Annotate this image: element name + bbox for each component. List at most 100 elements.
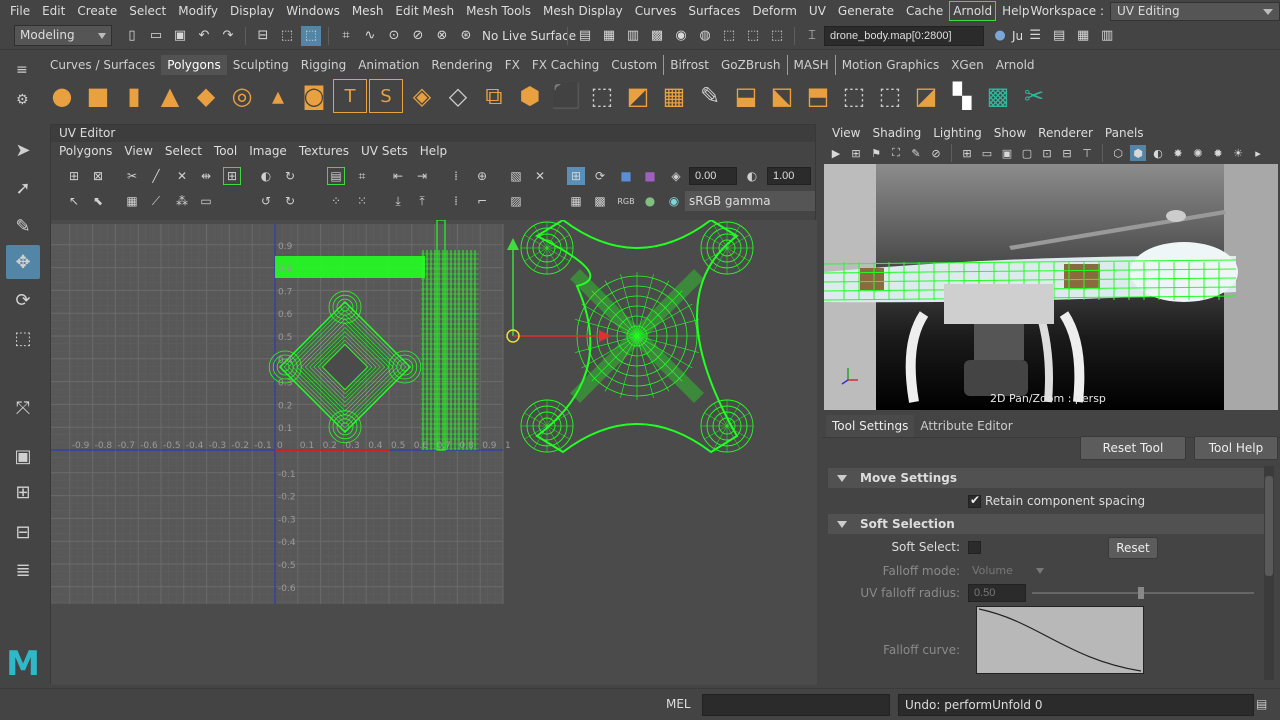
select-tool-icon[interactable]: ➤: [6, 133, 40, 167]
rotate-tool-icon[interactable]: ⟳: [6, 283, 40, 317]
smooth-shade-icon[interactable]: ⬢: [1130, 145, 1146, 161]
image-plane-icon[interactable]: ⛶: [888, 145, 904, 161]
menu-cache[interactable]: Cache: [900, 1, 949, 21]
multicut-icon[interactable]: ✎: [693, 79, 727, 113]
dim-image-icon[interactable]: ▦: [567, 192, 585, 210]
bridge-icon[interactable]: ⬚: [585, 79, 619, 113]
uv-lattice-icon[interactable]: ⬉: [89, 192, 107, 210]
wireframe-on-shaded-icon[interactable]: ◐: [1150, 145, 1166, 161]
last-tool-icon[interactable]: ⤧: [6, 391, 40, 425]
checker-icon[interactable]: ▩: [591, 192, 609, 210]
spherical-uv-icon[interactable]: ⬚: [873, 79, 907, 113]
snap-grid-icon[interactable]: ⌗: [336, 26, 356, 46]
uv-cut-tool-icon[interactable]: ╱: [147, 167, 165, 185]
single-perspective-layout-icon[interactable]: ▣: [6, 439, 40, 473]
character-controls-icon[interactable]: ⬚: [743, 26, 763, 46]
make-live-icon[interactable]: ⊛: [456, 26, 476, 46]
layout-uv-icon[interactable]: ▤: [327, 167, 345, 185]
sew-uv-icon[interactable]: ⇹: [197, 167, 215, 185]
camera-attributes-icon[interactable]: ⊞: [848, 145, 864, 161]
menu-curves[interactable]: Curves: [629, 1, 683, 21]
move-tool-icon[interactable]: ✥: [6, 245, 40, 279]
hypershade-icon[interactable]: ◉: [671, 26, 691, 46]
align-top-icon[interactable]: ⤒: [413, 192, 431, 210]
safe-title-icon[interactable]: ⊤: [1079, 145, 1095, 161]
prism-icon[interactable]: ▴: [261, 79, 295, 113]
gamma-field[interactable]: [767, 167, 811, 185]
soft-select-checkbox[interactable]: [968, 541, 981, 554]
shelf-tab-gozbrush[interactable]: GoZBrush: [715, 55, 787, 75]
shelf-tab-fx-caching[interactable]: FX Caching: [526, 55, 605, 75]
uv-texture-view[interactable]: -0.9 -0.8 -0.7 -0.6 -0.5 -0.4 -0.3 -0.2 -0.1 0 0.1…: [51, 220, 817, 685]
mirror-icon[interactable]: ⧉: [477, 79, 511, 113]
cut-uv-edges-icon[interactable]: ✂: [123, 167, 141, 185]
paint-select-tool-icon[interactable]: ✎: [6, 209, 40, 243]
cone-icon[interactable]: ▲: [153, 79, 187, 113]
shelf-tab-mash[interactable]: MASH: [786, 55, 835, 75]
rotate-ccw-icon[interactable]: ↺: [257, 192, 275, 210]
snap-icon[interactable]: ⟳: [591, 167, 609, 185]
torus-icon[interactable]: ◎: [225, 79, 259, 113]
grid-icon[interactable]: ⊞: [959, 145, 975, 161]
menu-edit[interactable]: Edit: [36, 1, 71, 21]
sphere-icon[interactable]: ●: [45, 79, 79, 113]
viewport-more-icon[interactable]: ▸: [1250, 145, 1266, 161]
shelf-menu-icon[interactable]: ≡: [16, 62, 28, 78]
uv-tweak-icon[interactable]: ↖: [65, 192, 83, 210]
unitize-icon[interactable]: ⌐: [473, 192, 491, 210]
layout-icon[interactable]: ▩: [981, 79, 1015, 113]
move-settings-section[interactable]: Move Settings: [828, 468, 1264, 488]
menu-mesh-display[interactable]: Mesh Display: [537, 1, 629, 21]
tool-help-button[interactable]: Tool Help: [1194, 436, 1278, 460]
automatic-uv-icon[interactable]: ◪: [909, 79, 943, 113]
shelf-tab-polygons[interactable]: Polygons: [161, 55, 227, 75]
toggle-modeling-toolkit-icon[interactable]: ▤: [1049, 26, 1069, 46]
merge-icon[interactable]: ⬕: [765, 79, 799, 113]
slider-handle[interactable]: [1138, 587, 1144, 599]
unfold-uv-icon[interactable]: ⊞: [223, 167, 241, 185]
scale-tool-icon[interactable]: ⬚: [6, 321, 40, 355]
cut-uv-icon[interactable]: ✂: [1017, 79, 1051, 113]
menu-arnold[interactable]: Arnold: [949, 1, 997, 21]
select-object-icon[interactable]: ⬚: [277, 26, 297, 46]
text-icon[interactable]: T: [333, 79, 367, 113]
menu-display[interactable]: Display: [224, 1, 280, 21]
uv-falloff-radius-field[interactable]: [968, 584, 1026, 602]
render-view-icon[interactable]: ▩: [647, 26, 667, 46]
two-d-pan-zoom-icon[interactable]: ✎: [908, 145, 924, 161]
combine-icon[interactable]: ◈: [405, 79, 439, 113]
shelf-tab-rendering[interactable]: Rendering: [425, 55, 498, 75]
uv-menu-select[interactable]: Select: [159, 144, 208, 158]
ipr-render-icon[interactable]: ▥: [623, 26, 643, 46]
attribute-editor-icon[interactable]: ⬚: [767, 26, 787, 46]
rotate-uv-icon[interactable]: ↻: [281, 167, 299, 185]
menu-surfaces[interactable]: Surfaces: [682, 1, 746, 21]
film-gate-icon[interactable]: ▭: [979, 145, 995, 161]
bevel-icon[interactable]: ◩: [621, 79, 655, 113]
cube-icon[interactable]: ■: [81, 79, 115, 113]
render-settings-icon[interactable]: ▤: [575, 26, 595, 46]
cylindrical-uv-icon[interactable]: ⬚: [837, 79, 871, 113]
color-space-dropdown[interactable]: sRGB gamma: [685, 191, 815, 211]
shelf-tab-custom[interactable]: Custom: [605, 55, 663, 75]
lasso-tool-icon[interactable]: ➚: [6, 171, 40, 205]
menu-set-dropdown[interactable]: Modeling: [14, 25, 112, 46]
workspace-dropdown[interactable]: UV Editing: [1110, 1, 1280, 21]
snap-point-icon[interactable]: ⊙: [384, 26, 404, 46]
exposure-icon[interactable]: ◈: [667, 167, 685, 185]
tool-settings-scrollbar[interactable]: [1264, 466, 1274, 680]
uv-shell-select-icon[interactable]: ⊠: [89, 167, 107, 185]
shelf-tab-sculpting[interactable]: Sculpting: [227, 55, 295, 75]
scrollbar-thumb[interactable]: [1265, 476, 1273, 576]
select-hierarchy-icon[interactable]: ⊟: [253, 26, 273, 46]
soft-select-reset-button[interactable]: Reset: [1108, 537, 1158, 559]
grid-display-icon[interactable]: ⊞: [567, 167, 585, 185]
alpha-channel-icon[interactable]: ●: [641, 192, 659, 210]
bookmark-icon[interactable]: ⚑: [868, 145, 884, 161]
gamma-icon[interactable]: ◐: [743, 167, 761, 185]
shelf-tab-rigging[interactable]: Rigging: [295, 55, 352, 75]
resolution-gate-icon[interactable]: ▣: [999, 145, 1015, 161]
plane-icon[interactable]: ◆: [189, 79, 223, 113]
uv-menu-view[interactable]: View: [118, 144, 158, 158]
align-left-icon[interactable]: ⇤: [389, 167, 407, 185]
